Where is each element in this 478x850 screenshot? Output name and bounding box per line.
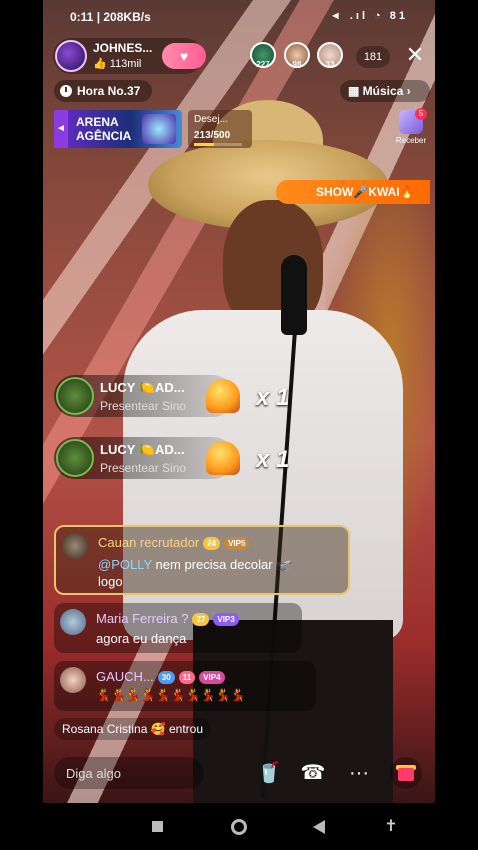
home-button[interactable] — [228, 816, 250, 838]
chat-avatar[interactable] — [62, 533, 88, 559]
recent-apps-button[interactable] — [146, 816, 168, 838]
chat-text: agora eu dança — [96, 631, 187, 646]
bell-gift-icon — [206, 379, 240, 413]
accessibility-button[interactable]: ✝ — [380, 816, 402, 838]
viewer-count[interactable]: 181 — [356, 46, 390, 68]
chat-message[interactable]: GAUCH... 30 11 VIP4 💃💃💃💃💃💃💃💃💃💃 — [54, 661, 316, 711]
quick-gift-button[interactable]: 🥤 — [253, 757, 285, 789]
host-name: JOHNES... — [93, 41, 153, 55]
clock-icon — [60, 85, 72, 97]
wish-goal-card[interactable]: Desej... 213/500 — [188, 110, 252, 148]
more-icon: ··· — [349, 762, 369, 784]
chat-username: Maria Ferreira ? 27 VIP3 — [96, 611, 239, 626]
status-icons: ◄ .ıl ◔ 81 — [329, 10, 408, 22]
level-badge: 30 — [157, 671, 175, 684]
gift-box-shape — [398, 768, 414, 781]
wish-progress-fill — [194, 143, 215, 146]
chat-username: GAUCH... 30 11 VIP4 — [96, 669, 225, 684]
chat-username-text: Cauan recrutador — [98, 535, 200, 550]
gift-button[interactable] — [390, 757, 422, 789]
system-nav-bar: ✝ — [0, 803, 478, 850]
gift-subtitle: Presentear Sino — [100, 461, 187, 475]
juice-drink-icon: 🥤 — [256, 762, 282, 784]
receive-badge: 5 — [415, 108, 427, 120]
chat-avatar[interactable] — [60, 609, 86, 635]
circle-icon — [231, 819, 247, 835]
entered-text: 🥰 entrou — [150, 722, 204, 736]
wish-progress-text: 213/500 — [194, 130, 231, 141]
chat-username: Cauan recrutador 24 VIP5 — [98, 535, 250, 550]
gift-combo-count: x 1 — [256, 384, 290, 411]
viewer-badge-3: 33 — [325, 60, 335, 69]
arena-agencia-banner[interactable]: ◄ ARENA AGÊNCIA — [54, 110, 182, 148]
host-avatar[interactable] — [55, 40, 87, 72]
thumb-icon: 👍 — [93, 58, 110, 70]
gifter-avatar[interactable] — [56, 377, 94, 415]
vip-badge: VIP3 — [213, 613, 239, 626]
arena-artwork — [142, 114, 176, 144]
call-button[interactable]: ☎ — [297, 757, 329, 789]
arena-line1: ARENA — [76, 115, 119, 129]
chat-mention[interactable]: @POLLY — [98, 557, 152, 572]
gifter-name: LUCY 🍋AD... — [100, 380, 185, 395]
gift-notification: LUCY 🍋AD... Presentear Sino — [54, 437, 240, 479]
comment-input[interactable] — [54, 757, 204, 789]
chat-message[interactable]: Maria Ferreira ? 27 VIP3 agora eu dança — [54, 603, 302, 653]
chat-text-line1: nem precisa decolar 🛫 — [155, 557, 293, 572]
gift-subtitle: Presentear Sino — [100, 399, 187, 413]
back-button[interactable] — [308, 816, 330, 838]
wish-title: Desej... — [194, 114, 228, 125]
grid-icon: ▦ — [348, 84, 363, 98]
receive-label: Receber — [395, 136, 427, 145]
accessibility-icon: ✝ — [384, 818, 398, 835]
collapse-arrow-icon[interactable]: ◄ — [54, 110, 68, 148]
chat-text: @POLLY nem precisa decolar 🛫 — [98, 557, 292, 573]
host-likes: 👍 113mil — [93, 57, 141, 70]
chat-username-text: GAUCH... — [96, 669, 154, 684]
music-button[interactable]: ▦ Música › — [340, 80, 430, 102]
gift-notification: LUCY 🍋AD... Presentear Sino — [54, 375, 240, 417]
vip-badge: VIP5 — [224, 537, 250, 550]
chat-message[interactable]: Cauan recrutador 24 VIP5 @POLLY nem precis… — [54, 525, 350, 595]
phone-icon: ☎ — [300, 762, 326, 784]
music-label: Música — [362, 84, 404, 98]
more-button[interactable]: ··· — [343, 757, 375, 789]
chat-text: 💃💃💃💃💃💃💃💃💃💃 — [96, 688, 246, 702]
receive-button[interactable]: Receber 5 — [393, 108, 429, 146]
entered-username: Rosana Cristina — [62, 722, 148, 736]
close-button[interactable]: ✕ — [403, 44, 427, 68]
live-stream-screen: 0:11 | 208KB/s ◄ .ıl ◔ 81 JOHNES... 👍 11… — [0, 0, 478, 850]
hour-label: Hora No.37 — [77, 84, 141, 98]
microphone — [281, 255, 307, 335]
gifter-avatar[interactable] — [56, 439, 94, 477]
status-time-speed: 0:11 | 208KB/s — [70, 10, 151, 24]
level-badge: 27 — [192, 613, 210, 626]
back-triangle-icon — [313, 820, 325, 834]
chat-avatar[interactable] — [60, 667, 86, 693]
level-badge: 24 — [203, 537, 221, 550]
fan-badge: 11 — [178, 671, 196, 684]
host-likes-value: 113mil — [109, 58, 142, 70]
viewer-badge-1: 227 — [256, 60, 270, 69]
chat-username-text: Maria Ferreira ? — [96, 611, 189, 626]
vip-badge: VIP4 — [199, 671, 225, 684]
chat-text-line2: logo — [98, 574, 123, 589]
arena-line2: AGÊNCIA — [76, 129, 132, 143]
gift-combo-count: x 1 — [256, 446, 290, 473]
hour-ranking-pill[interactable]: Hora No.37 — [54, 80, 152, 102]
bell-gift-icon — [206, 441, 240, 475]
user-entered-notice: Rosana Cristina 🥰 entrou — [54, 718, 212, 740]
chevron-right-icon: › — [406, 84, 411, 98]
wish-progress-bar — [194, 143, 242, 146]
show-kwai-banner[interactable]: SHOW🎤KWAI🔥 — [276, 180, 430, 204]
arena-title: ARENA AGÊNCIA — [76, 115, 131, 143]
follow-button[interactable]: ♥ — [162, 43, 206, 69]
gifter-name: LUCY 🍋AD... — [100, 442, 185, 457]
viewer-badge-2: 98 — [292, 60, 302, 69]
status-bar: 0:11 | 208KB/s ◄ .ıl ◔ 81 — [43, 0, 435, 34]
square-icon — [151, 821, 163, 832]
